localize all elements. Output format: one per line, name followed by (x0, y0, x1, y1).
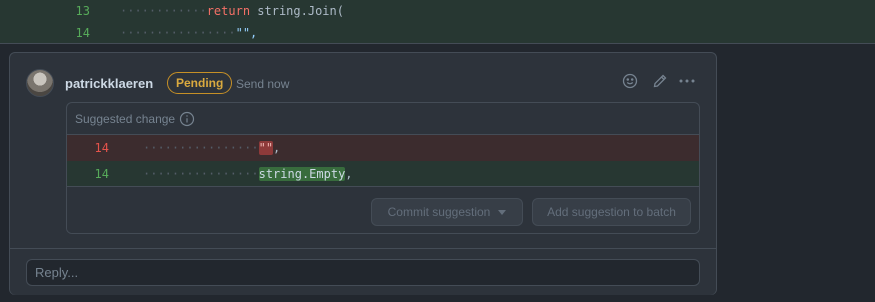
review-comment-card: patrickklaeren Pending Send now Suggeste… (9, 52, 717, 295)
diff-divider (0, 43, 875, 44)
line-number: 14 (94, 141, 109, 155)
author-name[interactable]: patrickklaeren (65, 76, 153, 91)
code-line: ················"", (120, 26, 258, 40)
line-number: 13 (75, 4, 90, 18)
suggested-change-title: Suggested change (75, 111, 176, 126)
pencil-icon[interactable] (650, 71, 670, 91)
avatar[interactable] (26, 69, 54, 97)
smiley-icon[interactable] (620, 71, 640, 91)
code-line: ················string.Empty, (143, 166, 353, 181)
add-suggestion-to-batch-button[interactable]: Add suggestion to batch (532, 198, 691, 226)
deleted-line: 14 ················"", (67, 135, 699, 161)
suggested-change-header: Suggested change (67, 103, 699, 135)
code-line: ············return string.Join( (120, 4, 344, 18)
code-line: ················"", (143, 141, 281, 155)
reply-input[interactable] (26, 259, 700, 286)
line-number: 14 (94, 166, 109, 181)
info-icon[interactable] (179, 111, 195, 127)
added-line: 14 ················string.Empty, (67, 161, 699, 187)
diff-line-14: 14 ················"", (0, 22, 875, 44)
pending-badge: Pending (167, 72, 233, 94)
reply-area (10, 248, 716, 295)
suggestion-actions: Commit suggestion Add suggestion to batc… (67, 189, 699, 233)
suggested-change-block: Suggested change 14 ················"", … (66, 102, 700, 234)
chevron-down-icon (498, 209, 507, 215)
kebab-menu-icon[interactable] (677, 71, 697, 91)
line-number: 14 (75, 26, 90, 40)
commit-suggestion-button[interactable]: Commit suggestion (371, 198, 523, 226)
send-now-link[interactable]: Send now (236, 77, 289, 91)
diff-line-13: 13 ············return string.Join( (0, 0, 875, 22)
